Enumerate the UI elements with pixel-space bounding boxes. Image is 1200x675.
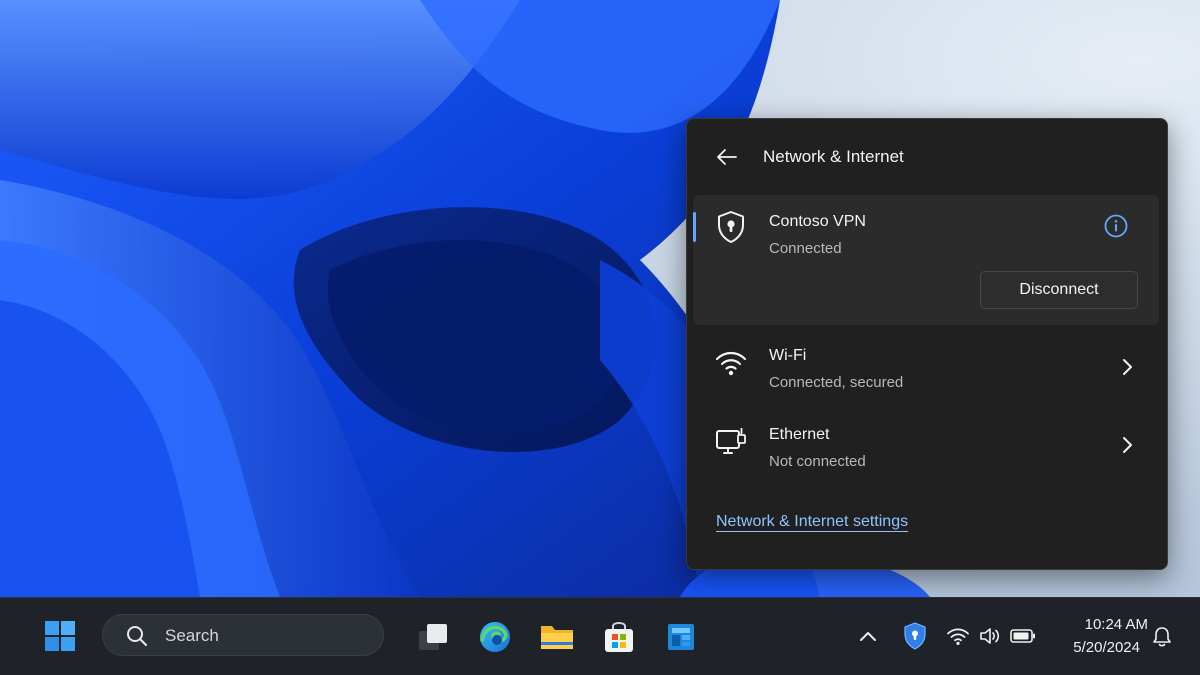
show-hidden-icons-button[interactable] — [854, 622, 882, 650]
widgets-button[interactable] — [660, 616, 702, 658]
chevron-right-icon — [1123, 437, 1132, 453]
windows-logo-icon — [45, 621, 75, 651]
clock-time: 10:24 AM — [1084, 616, 1148, 633]
edge-button[interactable] — [474, 616, 516, 658]
edge-icon — [480, 622, 510, 652]
network-flyout: Network & Internet Contoso VPN Connected… — [686, 118, 1168, 570]
quick-settings-button[interactable] — [946, 620, 1036, 652]
wifi-status: Connected, secured — [769, 374, 904, 391]
vpn-status: Connected — [769, 240, 842, 257]
volume-icon — [980, 628, 1000, 644]
chevron-right-icon — [1123, 359, 1132, 375]
back-arrow-icon — [717, 149, 737, 165]
ethernet-name: Ethernet — [769, 426, 830, 443]
ethernet-status: Not connected — [769, 453, 866, 470]
notifications-button[interactable] — [1148, 622, 1176, 652]
info-icon — [1104, 214, 1128, 238]
taskbar: Search 10:24 AM 5/20/2024 — [0, 597, 1200, 675]
chevron-up-icon — [860, 632, 876, 641]
vpn-shield-icon — [904, 622, 926, 650]
selected-indicator — [693, 212, 696, 242]
bell-icon — [1153, 627, 1171, 647]
vpn-name: Contoso VPN — [769, 213, 866, 230]
start-button[interactable] — [40, 616, 80, 656]
vpn-connection-card[interactable]: Contoso VPN Connected Disconnect — [693, 195, 1159, 325]
search-icon — [127, 626, 148, 647]
widgets-icon — [668, 624, 694, 650]
back-button[interactable] — [709, 141, 745, 173]
search-placeholder: Search — [165, 626, 219, 645]
wifi-row[interactable]: Wi-Fi Connected, secured — [693, 333, 1159, 405]
flyout-title: Network & Internet — [763, 147, 904, 166]
taskbar-search[interactable]: Search — [102, 614, 384, 656]
ethernet-icon — [713, 425, 749, 461]
battery-icon — [1010, 629, 1035, 643]
ethernet-row[interactable]: Ethernet Not connected — [693, 411, 1159, 483]
disconnect-button[interactable]: Disconnect — [980, 271, 1138, 309]
clock-date: 5/20/2024 — [1073, 639, 1140, 656]
file-explorer-icon — [541, 626, 573, 649]
store-icon — [605, 622, 633, 652]
wifi-icon — [947, 628, 969, 645]
store-button[interactable] — [598, 616, 640, 658]
vpn-shield-icon — [713, 209, 749, 245]
network-settings-link[interactable]: Network & Internet settings — [716, 513, 908, 531]
wifi-name: Wi-Fi — [769, 347, 807, 364]
vpn-tray-button[interactable] — [900, 620, 930, 652]
file-explorer-button[interactable] — [536, 616, 578, 658]
wifi-icon — [713, 345, 749, 381]
task-view-icon — [419, 624, 447, 650]
vpn-info-button[interactable] — [1103, 213, 1129, 239]
flyout-header: Network & Internet — [687, 119, 1167, 193]
task-view-button[interactable] — [412, 616, 454, 658]
